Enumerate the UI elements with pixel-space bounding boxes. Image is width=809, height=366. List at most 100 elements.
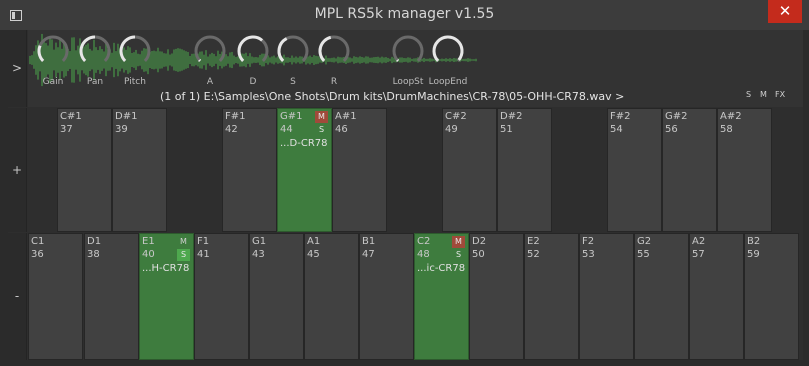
knob-loopst[interactable]: [391, 34, 425, 68]
pad-note-label: D1: [87, 236, 102, 247]
pad-note-label: C#2: [445, 111, 467, 122]
pad-e1[interactable]: E1 40 ...H-CR78 M S: [139, 233, 194, 360]
knob-dial-icon: [194, 35, 226, 62]
close-button[interactable]: ✕: [768, 0, 802, 23]
mute-flag[interactable]: M: [760, 90, 767, 99]
pad-note-label: C#1: [60, 111, 82, 122]
knob-value-arc: [198, 58, 202, 62]
pad-note-label: C2: [417, 236, 431, 247]
pad-solo-button[interactable]: S: [315, 124, 328, 136]
pad-mute-button[interactable]: M: [177, 236, 190, 248]
pad-gsharp1[interactable]: G#1 44 ...D-CR78 M S: [277, 108, 332, 232]
pad-e2[interactable]: E2 52: [524, 233, 579, 360]
pad-note-label: A1: [307, 236, 321, 247]
pad-csharp1[interactable]: C#1 37: [57, 108, 112, 232]
pad-g2[interactable]: G2 55: [634, 233, 689, 360]
knob-dial-icon: [37, 35, 69, 62]
sample-header: Gain Pan Pitch A D S R LoopSt LoopEnd (1 of 1) E…: [28, 30, 803, 107]
pad-note-label: E1: [142, 236, 155, 247]
pad-note-label: F#1: [225, 111, 246, 122]
knob-loopend[interactable]: [431, 34, 465, 68]
knob-track: [194, 35, 226, 62]
pad-d2[interactable]: D2 50: [469, 233, 524, 360]
expand-button[interactable]: >: [8, 30, 27, 107]
pad-note-label: B2: [747, 236, 761, 247]
knob-label: Pitch: [124, 77, 146, 87]
pad-sample-name: ...H-CR78: [142, 263, 190, 274]
knob-pitch[interactable]: [118, 34, 152, 68]
pad-asharp2[interactable]: A#2 58: [717, 108, 772, 232]
knob-gain[interactable]: [36, 34, 70, 68]
pad-note-label: F#2: [610, 111, 631, 122]
knob-value-arc: [237, 35, 264, 62]
pad-note-number: 53: [582, 249, 595, 260]
pad-note-number: 51: [500, 124, 513, 135]
pad-sample-name: ...ic-CR78: [417, 263, 466, 274]
pad-note-number: 48: [417, 249, 430, 260]
pad-mute-button[interactable]: M: [452, 236, 465, 248]
pad-note-number: 43: [252, 249, 265, 260]
octave-down-button[interactable]: -: [8, 233, 27, 360]
pad-note-label: F1: [197, 236, 210, 247]
pad-b2[interactable]: B2 59: [744, 233, 799, 360]
pad-b1[interactable]: B1 47: [359, 233, 414, 360]
pad-note-label: D2: [472, 236, 487, 247]
pad-solo-button[interactable]: S: [177, 249, 190, 261]
pad-c2[interactable]: C2 48 ...ic-CR78 M S: [414, 233, 469, 360]
knob-value-arc: [396, 58, 400, 62]
pad-note-label: A2: [692, 236, 706, 247]
pad-d1[interactable]: D1 38: [84, 233, 139, 360]
pad-fsharp1[interactable]: F#1 42: [222, 108, 277, 232]
pad-sample-name: ...D-CR78: [280, 138, 328, 149]
pad-note-number: 59: [747, 249, 760, 260]
pad-note-number: 58: [720, 124, 733, 135]
pad-note-number: 44: [280, 124, 293, 135]
knob-dial-icon: [79, 35, 111, 62]
pad-a1[interactable]: A1 45: [304, 233, 359, 360]
pad-note-number: 52: [527, 249, 540, 260]
knob-a[interactable]: [193, 34, 227, 68]
sample-path[interactable]: (1 of 1) E:\Samples\One Shots\Drum kits\…: [160, 90, 624, 103]
knob-label: LoopEnd: [428, 77, 468, 87]
pad-dsharp2[interactable]: D#2 51: [497, 108, 552, 232]
pad-f1[interactable]: F1 41: [194, 233, 249, 360]
solo-flag[interactable]: S: [746, 90, 751, 99]
pad-f2[interactable]: F2 53: [579, 233, 634, 360]
pad-note-label: D#2: [500, 111, 523, 122]
pad-note-number: 41: [197, 249, 210, 260]
knob-pan[interactable]: [78, 34, 112, 68]
pad-note-number: 42: [225, 124, 238, 135]
pad-solo-button[interactable]: S: [452, 249, 465, 261]
pad-note-label: A#2: [720, 111, 742, 122]
knob-s[interactable]: [276, 34, 310, 68]
pad-g1[interactable]: G1 43: [249, 233, 304, 360]
pad-note-label: D#1: [115, 111, 138, 122]
knob-d[interactable]: [236, 34, 270, 68]
fx-flag[interactable]: FX: [775, 90, 785, 99]
pad-a2[interactable]: A2 57: [689, 233, 744, 360]
pad-note-label: G1: [252, 236, 267, 247]
pad-note-label: C1: [31, 236, 45, 247]
pad-note-label: B1: [362, 236, 376, 247]
pad-note-label: F2: [582, 236, 595, 247]
pad-asharp1[interactable]: A#1 46: [332, 108, 387, 232]
pad-note-number: 40: [142, 249, 155, 260]
octave-up-button[interactable]: +: [8, 108, 27, 232]
pad-csharp2[interactable]: C#2 49: [442, 108, 497, 232]
pad-dsharp1[interactable]: D#1 39: [112, 108, 167, 232]
pad-note-number: 46: [335, 124, 348, 135]
knob-label: R: [330, 77, 338, 87]
knob-r[interactable]: [317, 34, 351, 68]
knob-dial-icon: [277, 35, 309, 62]
pad-note-label: E2: [527, 236, 540, 247]
knob-dial-icon: [119, 35, 151, 62]
pad-note-number: 56: [665, 124, 678, 135]
pad-c1[interactable]: C1 36: [28, 233, 83, 360]
pad-note-label: G#1: [280, 111, 303, 122]
pad-note-number: 38: [87, 249, 100, 260]
pad-mute-button[interactable]: M: [315, 111, 328, 123]
knob-dial-icon: [318, 35, 350, 62]
pad-note-label: G#2: [665, 111, 688, 122]
pad-gsharp2[interactable]: G#2 56: [662, 108, 717, 232]
pad-fsharp2[interactable]: F#2 54: [607, 108, 662, 232]
